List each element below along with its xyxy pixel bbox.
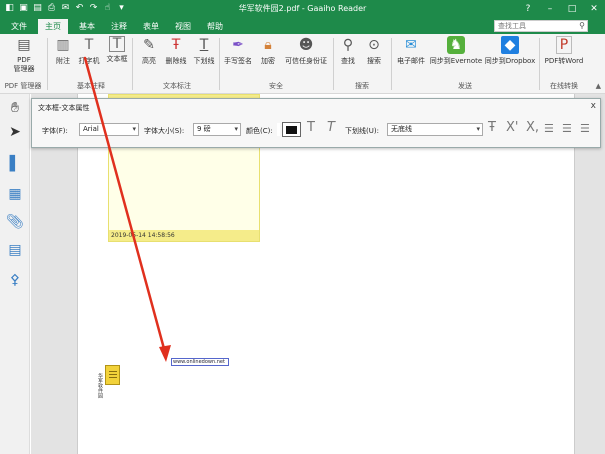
arrow-head: [159, 345, 171, 362]
arrow-line: [83, 56, 168, 358]
arrow-annotation: [83, 56, 171, 362]
